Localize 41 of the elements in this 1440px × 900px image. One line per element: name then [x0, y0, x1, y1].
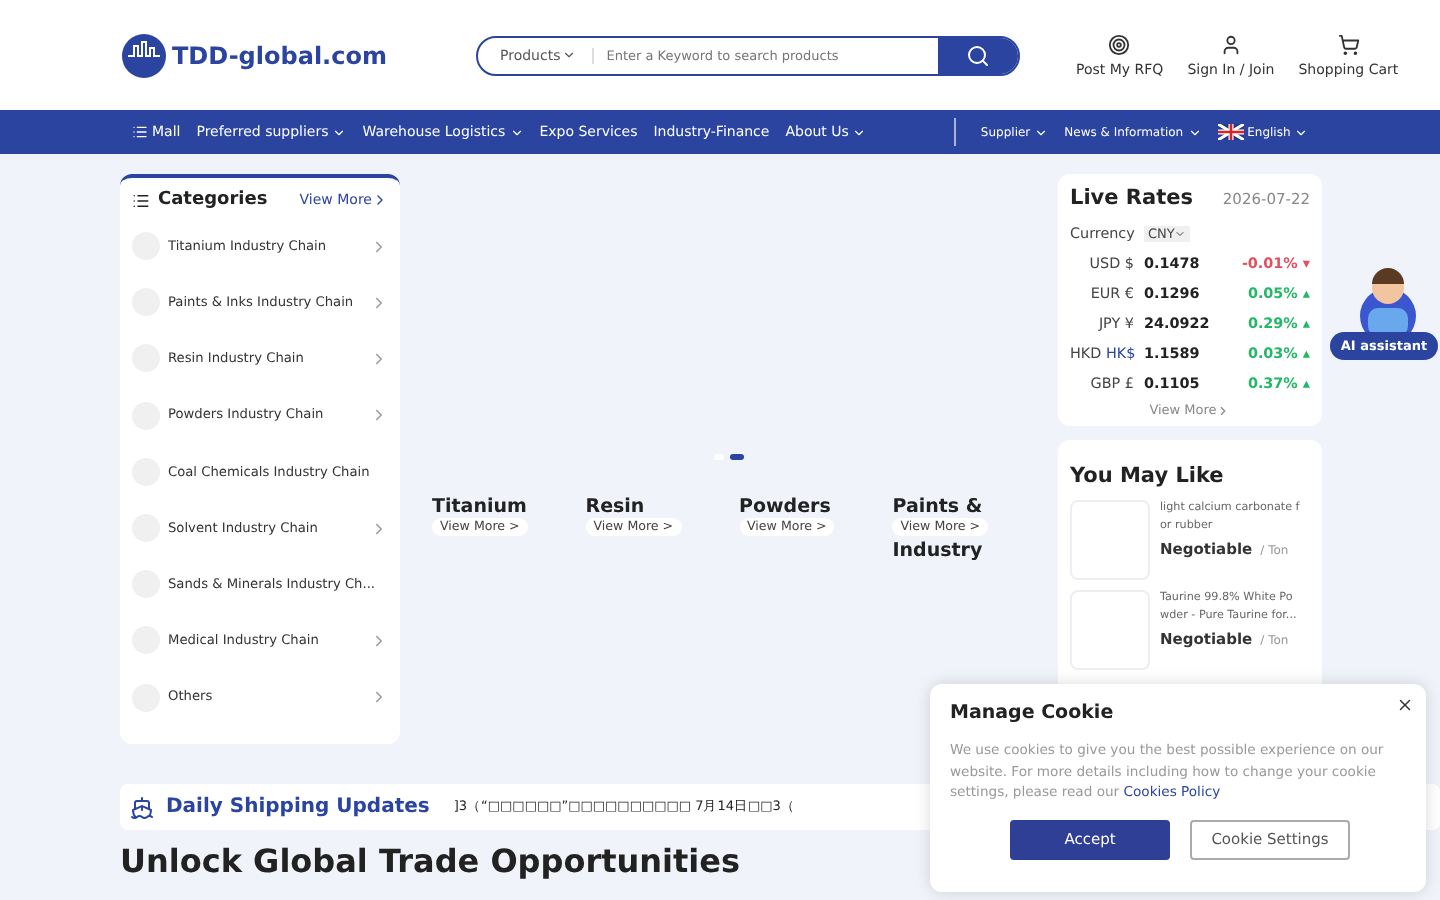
chevron-down-icon [509, 125, 524, 139]
card-title: Paints & [892, 496, 985, 518]
cart-icon [1337, 33, 1360, 55]
logo-icon [120, 31, 168, 79]
panel-title: Categories [132, 190, 268, 210]
chevron-down-icon [1294, 125, 1309, 139]
list-icon [132, 191, 150, 209]
chevron-right-icon [1216, 403, 1231, 417]
menu-icon [132, 124, 148, 140]
ship-icon [130, 795, 154, 819]
chevron-down-icon [332, 125, 347, 139]
chevron-right-icon [370, 688, 388, 707]
chevron-right-icon [370, 293, 388, 312]
search-icon [966, 43, 990, 67]
chevron-down-icon [1034, 125, 1049, 139]
search-button[interactable] [938, 37, 1018, 73]
card-title: Powders [739, 496, 833, 518]
flag-icon [1217, 124, 1244, 140]
chevron-right-icon [372, 192, 388, 208]
chevron-down-icon [1187, 125, 1202, 139]
chevron-right-icon [370, 631, 388, 650]
section-heading: Unlock Global Trade Opportunities [120, 842, 740, 880]
ticker-title: Daily Shipping Updates [166, 796, 430, 818]
card-title: Industry [892, 540, 985, 562]
chevron-right-icon [370, 406, 388, 425]
chevron-down-icon [1174, 228, 1187, 240]
panel-title: You May Like [1070, 464, 1224, 488]
chevron-right-icon [370, 237, 388, 256]
chevron-down-icon [852, 125, 867, 139]
panel-title: Live Rates [1070, 186, 1193, 210]
card-title: Titanium [432, 496, 529, 518]
chevron-down-icon [562, 48, 577, 62]
chevron-right-icon [370, 519, 388, 538]
close-icon [1396, 696, 1414, 714]
target-icon [1108, 33, 1131, 55]
logo-text: TDD-global.com [172, 41, 387, 69]
chevron-right-icon [370, 349, 388, 368]
close-button[interactable] [1396, 696, 1414, 714]
user-icon [1219, 33, 1242, 55]
card-title: Resin [585, 496, 647, 518]
dialog-title: Manage Cookie [950, 702, 1116, 724]
